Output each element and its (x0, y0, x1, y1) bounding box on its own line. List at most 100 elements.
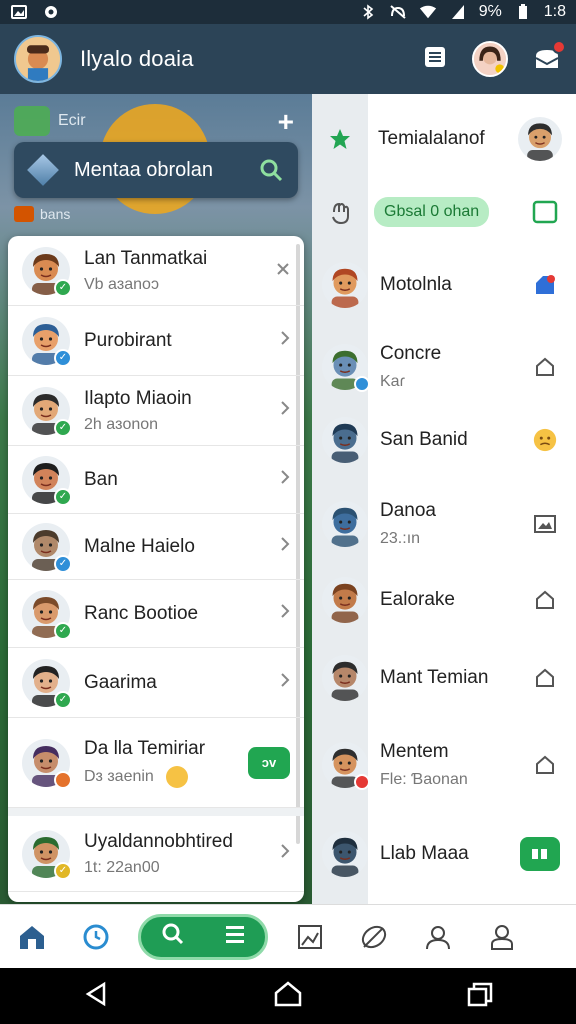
contact-subtitle-text: Vb aɜanoɔ (84, 275, 159, 293)
contact-name: Da lla Temiriar (84, 737, 206, 759)
contact-avatar (22, 738, 72, 789)
home-outline-icon[interactable] (532, 665, 558, 691)
chat-avatar (322, 831, 368, 877)
chat-name: Llab Maaa (380, 843, 469, 864)
contact-row[interactable]: ✓ Ban (8, 446, 304, 514)
search-menu-button[interactable] (138, 913, 268, 960)
home-button-icon[interactable] (273, 980, 303, 1013)
video-call-button[interactable] (520, 837, 560, 871)
clock-icon[interactable] (64, 905, 128, 969)
image-icon[interactable] (532, 511, 558, 537)
chevron-right-icon[interactable] (280, 399, 290, 422)
reply-button[interactable]: ɔv (248, 746, 290, 779)
leaf-icon[interactable] (342, 905, 406, 969)
contact-row[interactable]: ✓ Purobirant (8, 306, 304, 376)
chat-row[interactable]: Llab Maaa (312, 816, 576, 892)
add-icon[interactable]: + (278, 106, 294, 138)
search-person-icon[interactable] (258, 157, 284, 183)
contact-row[interactable]: ✓ Gaarima (8, 648, 304, 718)
contact-row[interactable]: ✓ Ilapto Miaoin 2h aɜonon (8, 376, 304, 446)
profile-avatar[interactable] (472, 41, 508, 77)
chat-row[interactable]: Motolnla (312, 250, 576, 320)
chat-panel: Temialalanof Gbsal 0 ohan Motolnla Concre Ka… (312, 94, 576, 904)
contact-row[interactable]: ✓ Ranc Bootioe (8, 580, 304, 648)
contact-name: Lan Tanmatkai (84, 247, 208, 269)
tag-icon[interactable] (532, 272, 558, 298)
star-icon[interactable] (312, 127, 368, 151)
menu-icon[interactable] (223, 923, 247, 950)
home-outline-icon[interactable] (532, 752, 558, 778)
chat-avatar (322, 417, 368, 463)
home-outline-icon[interactable] (532, 587, 558, 613)
app-bar: Ilyalo doaia (0, 24, 576, 94)
chat-avatar (322, 655, 368, 701)
list-icon[interactable] (422, 45, 448, 74)
image-edit-icon[interactable] (278, 905, 342, 969)
contact-avatar: ✓ (22, 316, 72, 367)
recents-icon[interactable] (466, 981, 494, 1012)
chevron-right-icon[interactable] (280, 535, 290, 558)
wifi-icon (419, 4, 437, 20)
chevron-right-icon[interactable] (280, 468, 290, 491)
check-badge-icon: ✓ (54, 554, 72, 573)
chat-row[interactable]: Temialalanof (312, 106, 576, 172)
chevron-right-icon[interactable] (280, 602, 290, 625)
battery-icon (514, 4, 532, 20)
chat-row[interactable]: Danoa 23.:ın (312, 486, 576, 562)
chat-row[interactable]: Ealorake (312, 564, 576, 636)
battery-percent: 9℅ (478, 3, 502, 20)
contact-row[interactable]: ✓ Malne Haielo (8, 514, 304, 580)
chat-text: Mentem Fle: Ɓaonan (380, 741, 468, 789)
contact-list-card: ✓ Lan Tanmatkai Vb aɜanoɔ ✓ Purobirant ✓ Ilapt… (8, 236, 304, 902)
chat-row[interactable]: Concre Kaɾ (312, 330, 576, 404)
chat-row[interactable]: Mant Temian (312, 642, 576, 714)
mute-icon (389, 4, 407, 20)
contact-subtitle: 1t: 22an00 (84, 859, 233, 877)
chevron-right-icon[interactable] (280, 842, 290, 865)
close-icon[interactable] (276, 259, 290, 282)
chat-name: Temialalanof (378, 128, 485, 149)
contact-avatar: ✓ (22, 658, 72, 709)
contact-name: Ban (84, 468, 118, 490)
chevron-right-icon[interactable] (280, 671, 290, 694)
bans-label: bans (40, 206, 71, 222)
contact-row[interactable]: Da lla Temiriar Dɜ ɜaenin ɔv (8, 718, 304, 808)
checkbox-icon[interactable] (532, 199, 558, 225)
home-outline-icon[interactable] (532, 354, 558, 380)
person-icon[interactable] (406, 905, 470, 969)
contact-name: Malne Haielo (84, 535, 195, 557)
top-chip[interactable]: Ecir (14, 106, 86, 136)
start-chat-banner[interactable]: Mentaa obrolan (14, 142, 298, 198)
chat-name: Mant Temian (380, 667, 489, 688)
chat-subtitle: 23.:ın (380, 530, 421, 547)
emoji-icon[interactable] (532, 427, 558, 453)
contact-text: Da lla Temiriar Dɜ ɜaenin (84, 738, 205, 788)
search-icon[interactable] (160, 921, 186, 952)
status-pill[interactable]: Gbsal 0 ohan (374, 197, 490, 227)
chevron-right-icon[interactable] (280, 329, 290, 352)
contact-subtitle-text: 2h aɜonon (84, 415, 159, 433)
chat-avatar-trailing[interactable] (518, 117, 562, 161)
chat-subtitle: Kaɾ (380, 373, 405, 390)
wave-icon[interactable] (312, 198, 368, 226)
notifications-icon[interactable] (532, 40, 566, 74)
chat-text: Concre Kaɾ (380, 343, 441, 391)
status-left (10, 4, 60, 20)
contact-text: Lan Tanmatkai Vb aɜanoɔ (84, 248, 207, 294)
contact-row[interactable]: ✓ Uyaldannobhtired 1t: 22an00 (8, 808, 304, 892)
chat-row[interactable]: San Banid (312, 404, 576, 476)
bluetooth-icon (359, 4, 377, 20)
contact-row[interactable]: ✓ Lan Tanmatkai Vb aɜanoɔ (8, 236, 304, 306)
chat-row[interactable]: Gbsal 0 ohan (312, 182, 576, 242)
chat-row[interactable]: Mentem Fle: Ɓaonan (312, 720, 576, 810)
status-badge-icon (354, 774, 370, 790)
contact-subtitle: Vb aɜanoɔ (84, 276, 207, 294)
account-icon[interactable] (470, 905, 534, 969)
chat-text: Motolnla (380, 274, 452, 296)
contact-subtitle: 2h aɜonon (84, 416, 192, 434)
status-dot-icon (54, 770, 72, 789)
notification-dot (552, 40, 566, 54)
my-avatar[interactable] (14, 35, 62, 83)
back-icon[interactable] (82, 981, 110, 1012)
home-icon[interactable] (0, 905, 64, 969)
